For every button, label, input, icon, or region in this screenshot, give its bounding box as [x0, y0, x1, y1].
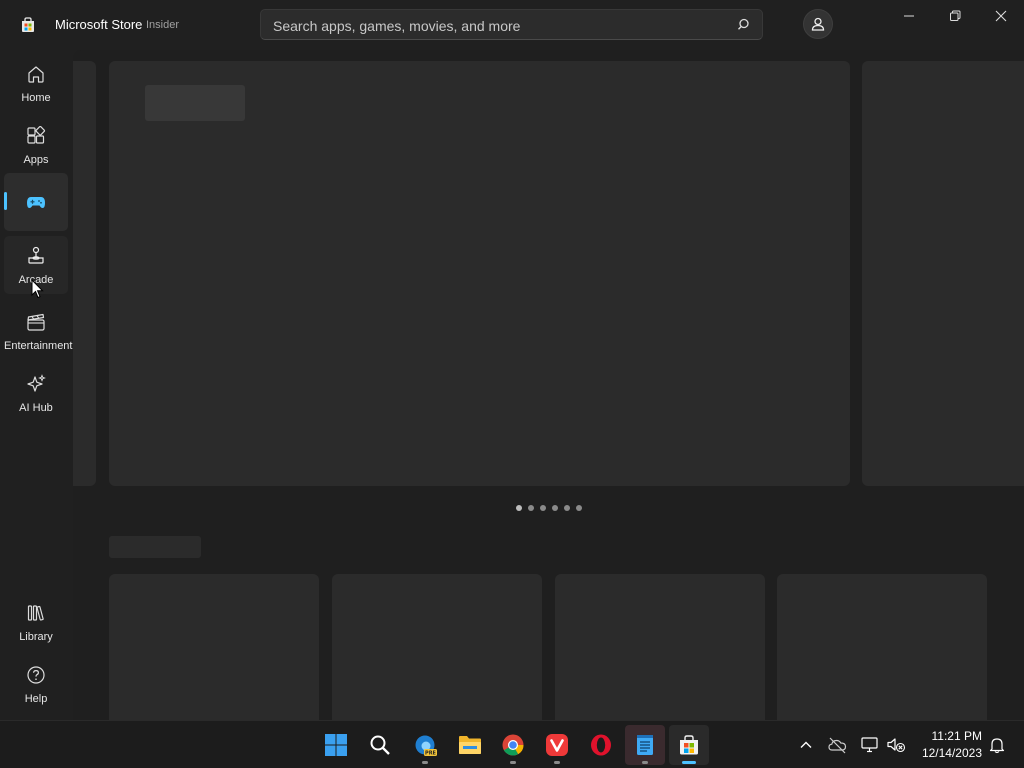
sparkle-icon — [27, 374, 46, 392]
hero-title-placeholder — [145, 85, 245, 121]
library-icon — [27, 605, 44, 621]
nav-ai-hub[interactable]: AI Hub — [4, 364, 68, 422]
insider-badge: Insider — [146, 19, 180, 31]
hero-card-prev[interactable] — [73, 61, 96, 486]
pager-dot[interactable] — [540, 505, 546, 511]
clock-date[interactable]: 12/14/2023 — [918, 746, 982, 760]
nav-ai-hub-label: AI Hub — [19, 402, 53, 414]
taskbar-search[interactable] — [360, 725, 400, 765]
notification-bell-icon[interactable] — [988, 736, 1006, 754]
user-icon — [811, 17, 825, 31]
nav-entertainment[interactable]: Entertainment — [4, 302, 73, 360]
microsoft-store-icon — [680, 735, 698, 755]
carousel-pager — [516, 505, 582, 511]
minimize-icon — [904, 15, 914, 17]
section-title-placeholder — [109, 536, 201, 558]
chevron-up-icon[interactable] — [798, 737, 814, 753]
nav-library-label: Library — [19, 631, 53, 643]
start-icon — [325, 734, 347, 756]
nav-help[interactable]: Help — [4, 655, 68, 713]
account-button[interactable] — [803, 9, 833, 39]
title-bar: Microsoft Store Insider — [0, 0, 1024, 50]
taskbar-file-explorer[interactable] — [449, 725, 489, 765]
taskbar-chrome[interactable] — [493, 725, 533, 765]
taskbar-microsoft-store[interactable] — [669, 725, 709, 765]
network-icon[interactable] — [860, 735, 880, 755]
help-icon — [27, 666, 45, 684]
clock-time[interactable]: 11:21 PM — [918, 729, 982, 743]
pager-dot[interactable] — [576, 505, 582, 511]
running-indicator — [642, 761, 648, 764]
running-indicator — [422, 761, 428, 764]
running-indicator — [554, 761, 560, 764]
search-icon — [370, 735, 390, 755]
restore-icon — [950, 10, 961, 21]
close-icon — [995, 10, 1007, 22]
opera-icon — [591, 734, 611, 756]
pager-dot[interactable] — [564, 505, 570, 511]
home-icon — [28, 66, 44, 83]
onedrive-offline-icon[interactable] — [828, 735, 848, 755]
gamepad-icon — [27, 197, 45, 208]
apps-icon — [27, 126, 46, 144]
nav-library[interactable]: Library — [4, 593, 68, 651]
taskbar-notepad[interactable] — [625, 725, 665, 765]
pager-dot[interactable] — [528, 505, 534, 511]
app-title: Microsoft Store — [55, 17, 143, 32]
pager-dot[interactable] — [516, 505, 522, 511]
nav-apps-label: Apps — [23, 154, 49, 166]
product-card-placeholder[interactable] — [555, 574, 765, 720]
active-indicator — [4, 192, 7, 210]
main-content — [73, 50, 1024, 720]
hero-card-next[interactable] — [862, 61, 1024, 486]
vivaldi-icon — [546, 734, 568, 756]
navigation-sidebar: Home Apps Arcade Entertainment AI Hub Li… — [0, 50, 73, 720]
taskbar-edge-canary[interactable]: PRE — [405, 725, 445, 765]
svg-text:PRE: PRE — [425, 751, 437, 757]
microsoft-store-logo — [22, 17, 34, 32]
nav-apps[interactable]: Apps — [4, 116, 68, 174]
restore-button[interactable] — [932, 0, 978, 32]
running-indicator — [510, 761, 516, 764]
hero-card[interactable] — [109, 61, 850, 486]
close-button[interactable] — [978, 0, 1024, 32]
nav-gaming[interactable] — [4, 173, 68, 231]
nav-entertainment-label: Entertainment — [4, 340, 73, 352]
minimize-button[interactable] — [886, 0, 932, 32]
search-input[interactable] — [271, 10, 725, 41]
notepad-icon — [637, 735, 653, 755]
nav-help-label: Help — [24, 693, 48, 705]
active-app-indicator — [682, 761, 696, 764]
joystick-icon — [28, 246, 44, 264]
chrome-icon — [502, 734, 524, 756]
nav-home[interactable]: Home — [4, 54, 68, 112]
edge-canary-icon: PRE — [415, 735, 437, 757]
product-card-placeholder[interactable] — [777, 574, 987, 720]
search-icon[interactable] — [736, 16, 754, 34]
taskbar: PRE 11:21 PM 12/14/2023 — [0, 720, 1024, 768]
volume-muted-icon[interactable] — [886, 735, 906, 755]
search-box[interactable] — [260, 9, 763, 41]
file-explorer-icon — [459, 736, 481, 754]
clapperboard-icon — [27, 313, 45, 331]
pager-dot[interactable] — [552, 505, 558, 511]
taskbar-opera[interactable] — [581, 725, 621, 765]
product-card-placeholder[interactable] — [109, 574, 319, 720]
product-card-placeholder[interactable] — [332, 574, 542, 720]
taskbar-vivaldi[interactable] — [537, 725, 577, 765]
taskbar-start[interactable] — [316, 725, 356, 765]
mouse-cursor-icon — [31, 279, 44, 299]
nav-home-label: Home — [21, 92, 51, 104]
